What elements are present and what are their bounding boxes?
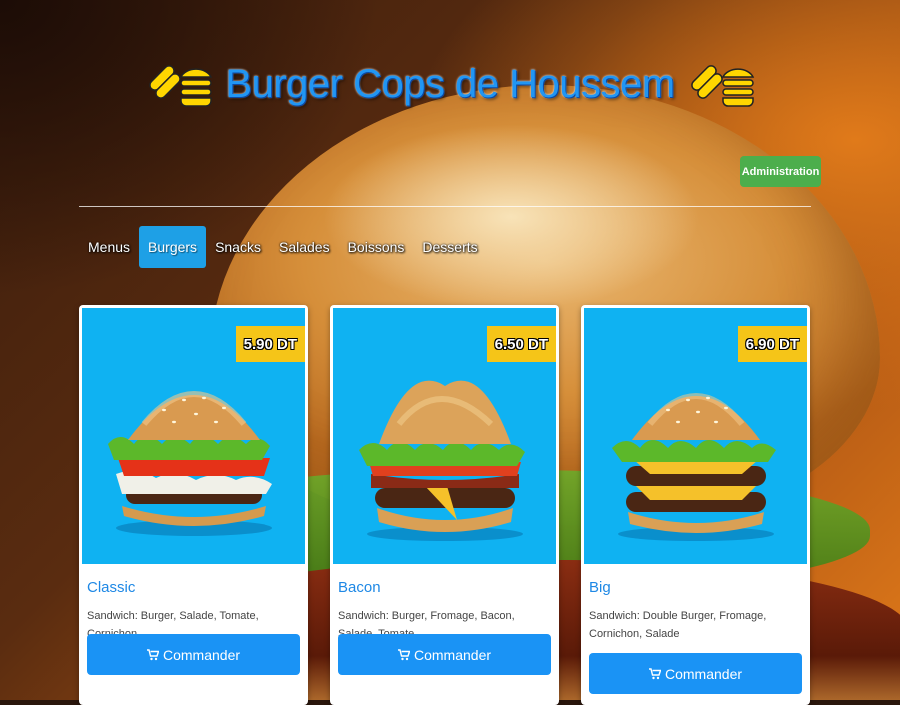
product-image-area: 6.50 DT [333, 308, 556, 564]
bacon-burger-image [359, 380, 525, 541]
price-badge: 5.90 DT [235, 326, 305, 362]
nav-item-burgers[interactable]: Burgers [139, 226, 207, 268]
hotdog-burger-icon [149, 65, 213, 107]
product-name: Classic [87, 579, 136, 596]
big-burger-image [612, 393, 776, 541]
product-card-classic: 5.90 DT Classic Sandwich: Burger, Salade… [79, 305, 308, 705]
order-button-label: Commander [413, 646, 492, 663]
shopping-cart-icon [648, 667, 661, 679]
product-image-area: 5.90 DT [82, 308, 305, 564]
product-image-area: 6.90 DT [584, 308, 807, 564]
nav-item-boissons[interactable]: Boissons [339, 226, 414, 268]
nav-item-menus[interactable]: Menus [79, 226, 139, 268]
header-divider [79, 206, 811, 207]
classic-burger-image [108, 391, 272, 536]
nav-item-salades[interactable]: Salades [270, 226, 339, 268]
nav-item-snacks[interactable]: Snacks [206, 226, 270, 268]
order-button[interactable]: Commander [338, 634, 551, 675]
category-nav: Menus Burgers Snacks Salades Boissons De… [79, 226, 487, 268]
page-title: Burger Cops de Houssem [225, 61, 675, 106]
hotdog-burger-icon [690, 65, 754, 107]
price-badge: 6.50 DT [486, 326, 556, 362]
shopping-cart-icon [146, 648, 159, 660]
product-description: Sandwich: Double Burger, Fromage, Cornic… [589, 610, 767, 640]
product-card-bacon: 6.50 DT Bacon Sandwich: Burger, Fromage,… [330, 305, 559, 705]
order-button[interactable]: Commander [87, 634, 300, 675]
product-name: Bacon [338, 579, 381, 596]
nav-item-desserts[interactable]: Desserts [413, 226, 486, 268]
order-button-label: Commander [162, 646, 241, 663]
shopping-cart-icon [397, 648, 410, 660]
product-card-big: 6.90 DT Big Sandwich: Double Burger, Fro… [581, 305, 810, 705]
order-button-label: Commander [664, 665, 743, 682]
product-name: Big [589, 579, 611, 596]
price-badge: 6.90 DT [737, 326, 807, 362]
site-header: Burger Cops de Houssem [0, 52, 900, 116]
order-button[interactable]: Commander [589, 653, 802, 694]
administration-button[interactable]: Administration [740, 156, 821, 187]
